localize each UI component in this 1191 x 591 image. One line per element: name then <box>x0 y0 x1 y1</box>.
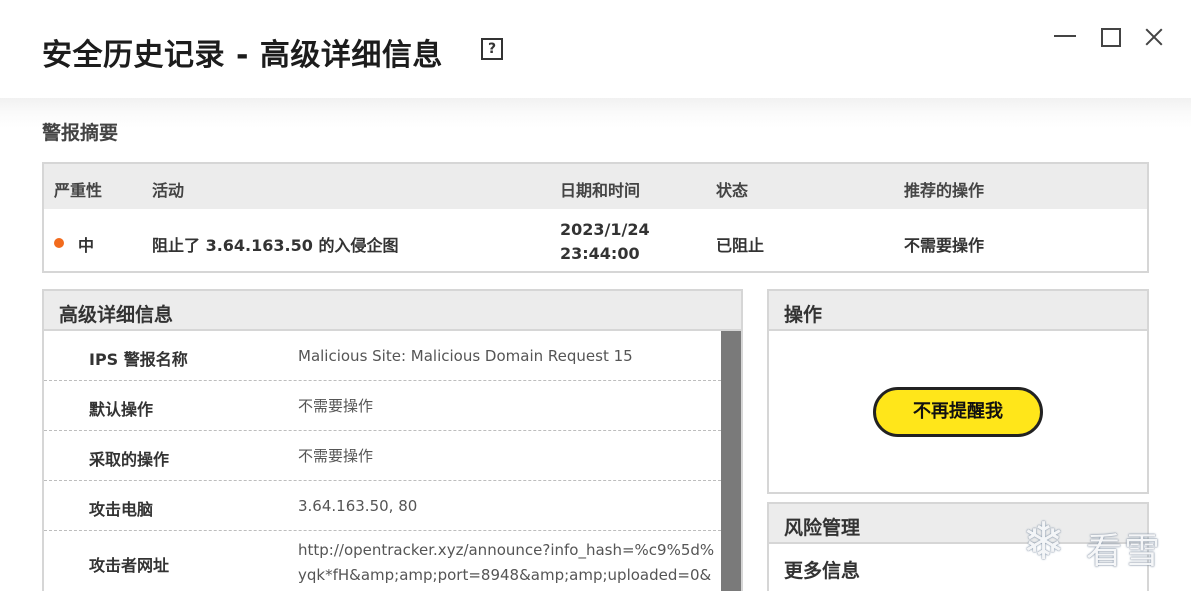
watermark-text: 看雪 <box>1086 531 1163 572</box>
date-value: 2023/1/24 <box>560 220 650 239</box>
list-item: 采取的操作 不需要操作 <box>44 431 721 481</box>
recommended-value: 不需要操作 <box>904 236 985 255</box>
list-item: 攻击者网址 http://opentracker.xyz/announce?in… <box>44 531 721 591</box>
maximize-button[interactable] <box>1094 22 1124 52</box>
snowflake-icon: ❄ <box>1022 512 1066 572</box>
close-button[interactable] <box>1139 22 1169 52</box>
attacker-url-line-1: http://opentracker.xyz/announce?info_has… <box>298 541 715 559</box>
severity-dot-icon <box>54 238 64 248</box>
advanced-details-title: 高级详细信息 <box>59 304 174 326</box>
help-icon[interactable]: ? <box>481 38 503 60</box>
attacker-url-line-2: yqk*fH&amp;amp;port=8948&amp;amp;uploade… <box>298 566 712 584</box>
actions-header: 操作 <box>769 291 1147 331</box>
content-area: 警报摘要 严重性 活动 日期和时间 状态 推荐的操作 中 阻止了 3.64.16… <box>0 98 1191 591</box>
time-value: 23:44:00 <box>560 244 640 263</box>
detail-value: 不需要操作 <box>298 447 374 465</box>
column-header-recommended: 推荐的操作 <box>904 181 985 200</box>
title-bar: 安全历史记录 - 高级详细信息 ? <box>0 0 1191 98</box>
window-title: 安全历史记录 - 高级详细信息 <box>42 38 443 73</box>
minimize-button[interactable] <box>1050 22 1080 52</box>
column-header-status: 状态 <box>716 181 749 200</box>
detail-value: Malicious Site: Malicious Domain Request… <box>298 347 633 365</box>
details-scrollbar[interactable] <box>721 331 741 591</box>
kanxue-watermark: ❄ 看雪 <box>1022 510 1182 580</box>
detail-key: 攻击电脑 <box>89 500 154 519</box>
detail-key: 默认操作 <box>89 400 154 419</box>
list-item: 默认操作 不需要操作 <box>44 381 721 431</box>
list-item: IPS 警报名称 Malicious Site: Malicious Domai… <box>44 331 721 381</box>
summary-header-row: 严重性 活动 日期和时间 状态 推荐的操作 <box>44 164 1147 209</box>
dont-remind-button[interactable]: 不再提醒我 <box>873 387 1043 437</box>
column-header-datetime: 日期和时间 <box>560 181 641 200</box>
activity-value: 阻止了 3.64.163.50 的入侵企图 <box>152 236 399 255</box>
alert-summary-table: 严重性 活动 日期和时间 状态 推荐的操作 中 阻止了 3.64.163.50 … <box>42 162 1149 273</box>
detail-key: IPS 警报名称 <box>89 350 188 369</box>
actions-title: 操作 <box>784 304 823 326</box>
detail-value: 3.64.163.50, 80 <box>298 497 418 515</box>
detail-key: 采取的操作 <box>89 450 170 469</box>
risk-management-title: 风险管理 <box>784 517 861 539</box>
status-value: 已阻止 <box>716 236 765 255</box>
detail-key: 攻击者网址 <box>89 556 170 575</box>
severity-value: 中 <box>78 236 95 255</box>
alert-summary-label: 警报摘要 <box>42 122 119 144</box>
scrollbar-thumb[interactable] <box>721 331 741 591</box>
column-header-activity: 活动 <box>152 181 185 200</box>
list-item: 攻击电脑 3.64.163.50, 80 <box>44 481 721 531</box>
column-header-severity: 严重性 <box>54 181 103 200</box>
detail-value: 不需要操作 <box>298 397 374 415</box>
advanced-details-header: 高级详细信息 <box>44 291 741 331</box>
more-info-link[interactable]: 更多信息 <box>784 556 860 583</box>
advanced-details-panel: 高级详细信息 IPS 警报名称 Malicious Site: Maliciou… <box>42 289 743 591</box>
actions-panel: 操作 不再提醒我 <box>767 289 1149 494</box>
